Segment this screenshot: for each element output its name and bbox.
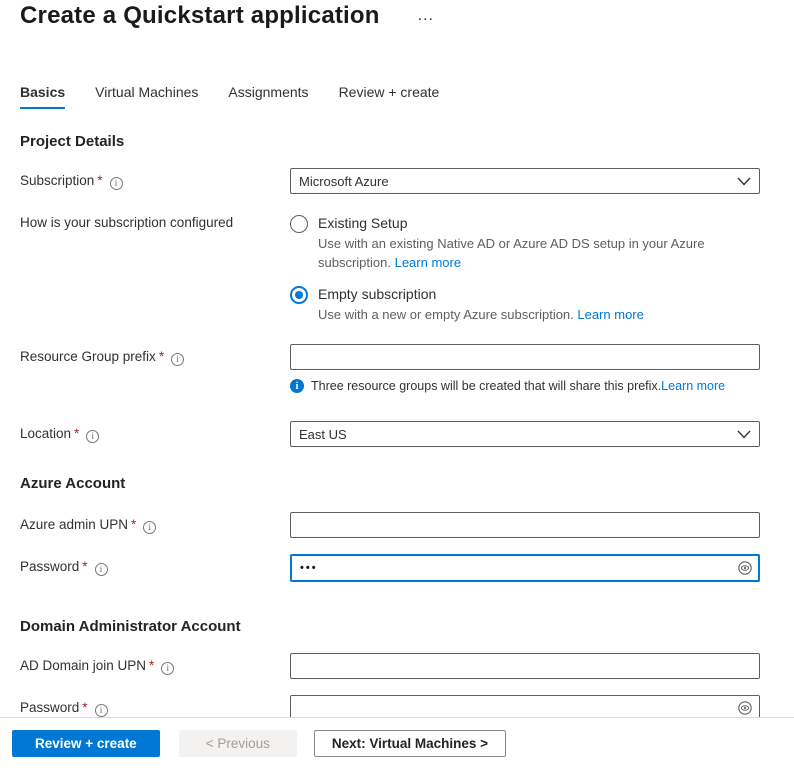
resource-group-prefix-input[interactable]	[290, 344, 760, 370]
azure-password-row: Password * i	[20, 554, 760, 582]
radio-label: Empty subscription	[318, 286, 437, 302]
radio-description: Use with an existing Native AD or Azure …	[318, 236, 705, 270]
chevron-down-icon	[737, 430, 751, 439]
reveal-password-icon[interactable]	[737, 560, 753, 576]
info-icon: i	[109, 176, 123, 190]
learn-more-link[interactable]: Learn more	[661, 379, 725, 393]
ad-domain-join-upn-label: AD Domain join UPN * i	[20, 653, 290, 675]
chevron-down-icon	[737, 177, 751, 186]
info-icon: i	[161, 661, 175, 675]
domain-password-label: Password * i	[20, 695, 290, 717]
info-icon: i	[171, 352, 185, 366]
section-project-details: Project Details	[20, 133, 125, 150]
info-icon: i	[86, 429, 100, 443]
required-asterisk: *	[131, 517, 137, 532]
tab-review-create[interactable]: Review + create	[339, 84, 440, 109]
radio-selected-icon[interactable]	[290, 286, 308, 304]
location-label: Location * i	[20, 421, 290, 443]
azure-password-input[interactable]	[290, 554, 760, 582]
subscription-config-row: How is your subscription configured Exis…	[20, 210, 760, 324]
learn-more-link[interactable]: Learn more	[395, 255, 461, 270]
info-icon: i	[94, 703, 108, 717]
tab-virtual-machines[interactable]: Virtual Machines	[95, 84, 198, 109]
radio-option-existing-setup[interactable]: Existing Setup Use with an existing Nati…	[290, 214, 760, 272]
learn-more-link[interactable]: Learn more	[577, 307, 643, 322]
page-title: Create a Quickstart application	[20, 2, 380, 29]
azure-password-label: Password * i	[20, 554, 290, 576]
location-dropdown[interactable]: East US	[290, 421, 760, 447]
location-row: Location * i East US	[20, 421, 760, 447]
ad-domain-join-upn-row: AD Domain join UPN * i	[20, 653, 760, 679]
required-asterisk: *	[149, 658, 155, 673]
resource-group-prefix-row: Resource Group prefix * i i Three resource…	[20, 344, 760, 393]
required-asterisk: *	[82, 700, 88, 715]
subscription-config-radio-group: Existing Setup Use with an existing Nati…	[290, 210, 760, 324]
required-asterisk: *	[74, 426, 80, 441]
wizard-tabs: Basics Virtual Machines Assignments Revi…	[0, 84, 794, 109]
radio-label: Existing Setup	[318, 215, 408, 231]
next-virtual-machines-button[interactable]: Next: Virtual Machines >	[313, 729, 507, 757]
location-value: East US	[299, 426, 347, 442]
subscription-dropdown[interactable]: Microsoft Azure	[290, 168, 760, 194]
subscription-label: Subscription * i	[20, 168, 290, 190]
info-message-text: Three resource groups will be created th…	[311, 379, 726, 393]
subscription-config-label: How is your subscription configured	[20, 215, 234, 230]
tab-basics[interactable]: Basics	[20, 84, 66, 109]
azure-admin-upn-label: Azure admin UPN * i	[20, 512, 290, 534]
resource-group-prefix-label: Resource Group prefix * i	[20, 344, 290, 366]
info-icon: i	[94, 562, 108, 576]
required-asterisk: *	[82, 559, 88, 574]
required-asterisk: *	[158, 349, 165, 364]
radio-option-empty-subscription[interactable]: Empty subscription Use with a new or emp…	[290, 285, 760, 324]
resource-group-info-message: i Three resource groups will be created …	[290, 379, 760, 393]
reveal-password-icon[interactable]	[737, 700, 753, 716]
info-icon: i	[143, 520, 157, 534]
subscription-row: Subscription * i Microsoft Azure	[20, 168, 760, 194]
info-filled-icon: i	[290, 379, 304, 393]
ad-domain-join-upn-input[interactable]	[290, 653, 760, 679]
subscription-value: Microsoft Azure	[299, 173, 389, 189]
form-body: Project Details Subscription * i Microsoft…	[0, 133, 794, 721]
review-create-button[interactable]: Review + create	[12, 729, 160, 757]
wizard-footer: Review + create < Previous Next: Virtual…	[0, 717, 794, 768]
tab-assignments[interactable]: Assignments	[228, 84, 308, 109]
page-header: Create a Quickstart application ...	[0, 0, 794, 30]
azure-admin-upn-input[interactable]	[290, 512, 760, 538]
required-asterisk: *	[97, 173, 103, 188]
section-azure-account: Azure Account	[20, 475, 126, 492]
previous-button[interactable]: < Previous	[178, 729, 297, 757]
create-quickstart-application-page: Create a Quickstart application ... Basi…	[0, 0, 794, 768]
radio-unselected-icon[interactable]	[290, 215, 308, 233]
section-domain-admin-account: Domain Administrator Account	[20, 618, 241, 635]
more-options-icon[interactable]: ...	[418, 8, 434, 24]
radio-description: Use with a new or empty Azure subscripti…	[318, 307, 644, 322]
azure-admin-upn-row: Azure admin UPN * i	[20, 512, 760, 538]
